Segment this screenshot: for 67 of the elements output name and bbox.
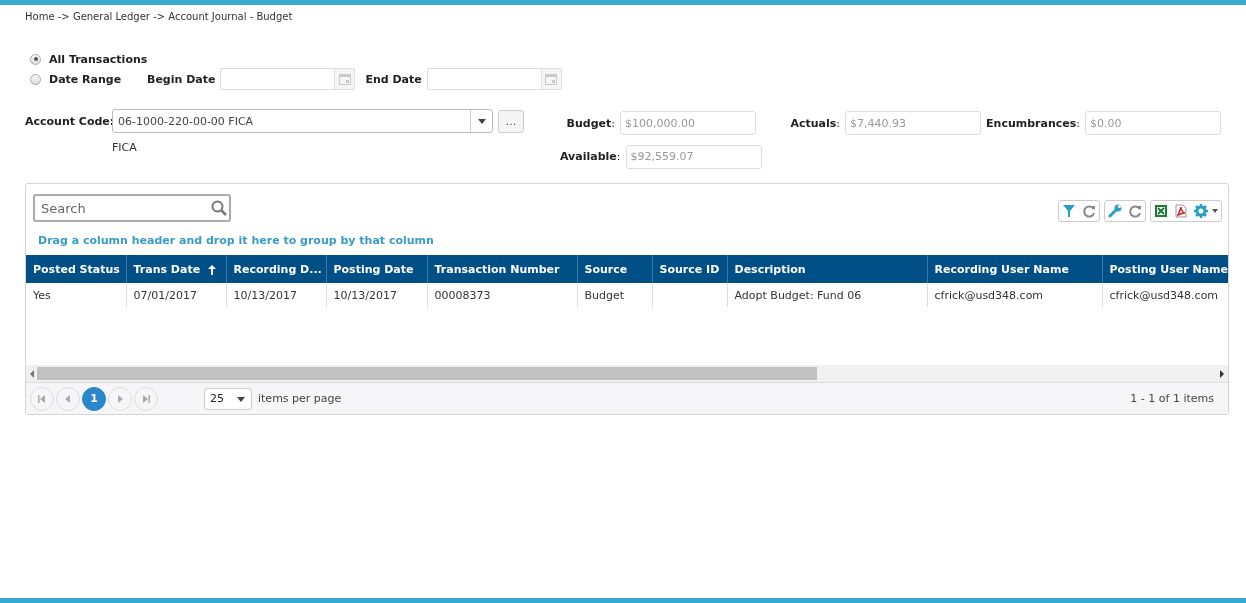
next-page-button[interactable] bbox=[108, 386, 132, 411]
calendar-button[interactable] bbox=[540, 68, 562, 90]
radio-label: All Transactions bbox=[49, 52, 148, 66]
page-button[interactable]: 1 bbox=[82, 386, 106, 411]
date-field[interactable] bbox=[220, 68, 335, 90]
field-label: Encumbrances: bbox=[986, 116, 1080, 130]
spreadsheet-icon bbox=[1154, 203, 1168, 218]
column-header[interactable]: Description bbox=[727, 255, 927, 283]
radio-label: Date Range bbox=[49, 72, 123, 86]
refresh-icon bbox=[1128, 203, 1142, 218]
horizontal-scrollbar[interactable] bbox=[26, 365, 1228, 383]
scrollbar-thumb[interactable] bbox=[37, 367, 817, 380]
column-header[interactable]: Recording User Name bbox=[927, 255, 1102, 283]
table-cell: cfrick@usd348.com bbox=[1102, 283, 1228, 307]
date-label: End Date bbox=[365, 72, 422, 86]
page-size-dropdown[interactable]: 25 bbox=[204, 387, 252, 410]
page-size-label: items per page bbox=[258, 392, 342, 405]
scroll-left-icon bbox=[29, 369, 35, 378]
account-description: FICA bbox=[112, 141, 138, 154]
calendar-icon bbox=[337, 72, 352, 86]
calendar-icon bbox=[544, 72, 559, 86]
previous-page-button[interactable] bbox=[56, 386, 80, 411]
next-page-icon bbox=[116, 394, 124, 403]
column-header[interactable]: Posted Status bbox=[26, 255, 126, 283]
caret-icon bbox=[476, 117, 487, 125]
table-cell: Budget bbox=[577, 283, 652, 307]
breadcrumb: Home -> General Ledger -> Account Journal - Budget bbox=[25, 11, 294, 24]
refresh-icon bbox=[1082, 203, 1096, 218]
caret-icon bbox=[236, 394, 246, 403]
table-cell: 07/01/2017 bbox=[126, 283, 226, 307]
table-cell: 10/13/2017 bbox=[326, 283, 427, 307]
radio-button[interactable] bbox=[30, 53, 41, 65]
column-header[interactable]: Source bbox=[577, 255, 652, 283]
last-page-button[interactable] bbox=[134, 386, 158, 411]
funnel-icon bbox=[1062, 203, 1076, 218]
gear-icon bbox=[1194, 203, 1218, 218]
table-cell: 10/13/2017 bbox=[226, 283, 326, 307]
table-cell: Adopt Budget: Fund 06 bbox=[727, 283, 927, 307]
pdf-icon bbox=[1174, 203, 1188, 218]
search-field[interactable]: Search bbox=[33, 194, 231, 222]
more-button[interactable]: ... bbox=[498, 109, 524, 133]
column-header[interactable]: Trans Date bbox=[126, 255, 226, 283]
last-page-icon bbox=[142, 394, 150, 403]
search-icon bbox=[211, 200, 227, 216]
field-label: Budget: bbox=[566, 116, 615, 130]
date-field[interactable] bbox=[426, 68, 541, 90]
account-dropdown[interactable]: 06-1000-220-00-00 FICA bbox=[112, 109, 493, 133]
column-header[interactable]: Posting Date bbox=[326, 255, 427, 283]
wrench-icon bbox=[1108, 203, 1122, 218]
previous-page-icon bbox=[64, 394, 72, 403]
first-page-button[interactable] bbox=[30, 386, 54, 411]
scroll-right-icon bbox=[1219, 369, 1225, 378]
table-cell: cfrick@usd348.com bbox=[927, 283, 1102, 307]
column-header[interactable]: Recording D... bbox=[226, 255, 326, 283]
radio-button[interactable] bbox=[30, 73, 41, 85]
calendar-button[interactable] bbox=[334, 68, 356, 90]
table-cell: Yes bbox=[26, 283, 126, 307]
first-page-icon bbox=[38, 394, 46, 403]
date-label: Begin Date bbox=[147, 72, 216, 86]
pager-summary: 1 - 1 of 1 items bbox=[1130, 392, 1214, 405]
column-header[interactable]: Transaction Number bbox=[427, 255, 577, 283]
column-header[interactable]: Posting User Name bbox=[1102, 255, 1228, 283]
field-label: Actuals: bbox=[790, 116, 840, 130]
field-label: Available: bbox=[560, 150, 621, 164]
column-header[interactable]: Source ID bbox=[652, 255, 727, 283]
table-cell: 00008373 bbox=[427, 283, 577, 307]
group-hint: Drag a column header and drop it here to group by that column bbox=[38, 234, 435, 249]
